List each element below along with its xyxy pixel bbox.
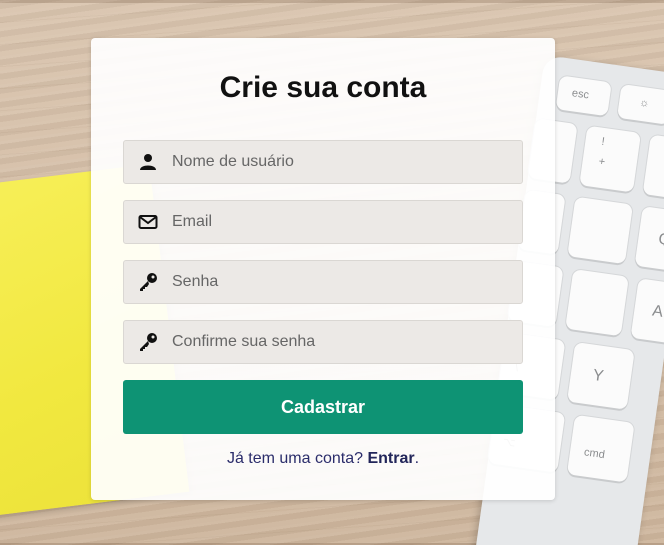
- keyboard-key: [567, 196, 634, 265]
- login-prompt-period: .: [414, 450, 420, 467]
- username-input[interactable]: [172, 142, 512, 182]
- keyboard-key: [565, 269, 629, 337]
- keyboard-key: Q: [634, 206, 664, 274]
- login-link[interactable]: Entrar: [367, 450, 414, 467]
- password-field[interactable]: [123, 260, 523, 304]
- register-button[interactable]: Cadastrar: [123, 380, 523, 434]
- login-prompt: Já tem uma conta? Entrar.: [91, 450, 555, 468]
- mail-icon: [124, 201, 172, 243]
- keyboard-key: ! +: [579, 125, 642, 193]
- keyboard-key: -: [642, 134, 664, 202]
- keyboard-key: A: [630, 278, 664, 346]
- email-field[interactable]: [123, 200, 523, 244]
- email-input[interactable]: [172, 202, 512, 242]
- username-field[interactable]: [123, 140, 523, 184]
- page-title: Crie sua conta: [219, 71, 427, 104]
- plank-gap: [0, 0, 664, 3]
- key-icon: [124, 261, 172, 303]
- password-input[interactable]: [172, 262, 512, 302]
- keyboard-key: esc: [555, 75, 612, 117]
- signup-card: Crie sua conta Cadastrar Já tem uma cont…: [91, 38, 555, 500]
- key-icon: [124, 321, 172, 363]
- user-icon: [124, 141, 172, 183]
- keyboard-key: cmd: [566, 414, 635, 483]
- login-prompt-text: Já tem uma conta?: [226, 450, 364, 467]
- keyboard-key: Y: [566, 342, 635, 410]
- confirm-password-field[interactable]: [123, 320, 523, 364]
- keyboard-key: ☼: [616, 83, 664, 125]
- confirm-password-input[interactable]: [172, 322, 512, 362]
